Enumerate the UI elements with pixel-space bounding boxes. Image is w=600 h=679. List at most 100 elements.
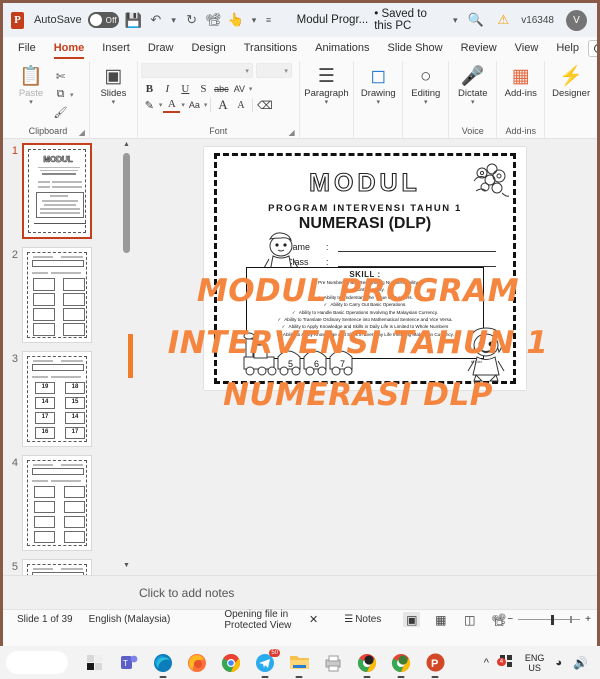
text-highlight-dropdown-icon[interactable]: ▾ [159, 101, 163, 109]
thumbnail-item-1[interactable]: 1 MODUL [3, 143, 133, 239]
normal-view-icon[interactable]: ▣ [403, 612, 421, 627]
text-highlight-icon[interactable]: ✎ [141, 97, 158, 113]
clipboard-dialog-launcher[interactable]: ◢ [79, 128, 85, 137]
thumbnail-1[interactable]: MODUL [22, 143, 92, 239]
telegram-icon[interactable]: 50 [253, 648, 280, 678]
dictate-button[interactable]: 🎤 Dictate ▾ [452, 64, 493, 107]
redo-icon[interactable]: ↻ [184, 10, 199, 30]
teams-icon[interactable]: T [117, 651, 141, 675]
tab-draw[interactable]: Draw [139, 40, 183, 56]
font-name-input[interactable]: ▾ [140, 63, 253, 78]
tab-slide-show[interactable]: Slide Show [379, 40, 452, 56]
language-label[interactable]: English (Malaysia) [81, 614, 179, 625]
slides-dropdown-icon[interactable]: ▾ [112, 99, 116, 106]
format-painter-icon[interactable]: 🖌 [52, 104, 69, 121]
change-case-button[interactable]: Aa [186, 97, 203, 113]
thumbnail-item-3[interactable]: 3 19 18 14 15 17 14 16 17 [3, 351, 133, 447]
paste-dropdown-icon[interactable]: ▾ [29, 99, 33, 106]
thumbnail-item-4[interactable]: 4 [3, 455, 133, 551]
language-indicator[interactable]: ENG US [525, 653, 545, 673]
class-input-line[interactable] [338, 258, 496, 267]
copy-dropdown-icon[interactable]: ▾ [70, 91, 74, 99]
zoom-slider-handle[interactable] [551, 614, 555, 625]
taskbar-search-pill[interactable] [6, 651, 68, 674]
tab-animations[interactable]: Animations [306, 40, 378, 56]
tab-design[interactable]: Design [182, 40, 234, 56]
current-slide[interactable]: MODUL PROGRAM INTERVENSI TAHUN 1 NUMERAS… [204, 147, 526, 390]
save-icon[interactable]: 💾 [125, 10, 142, 30]
thumbnail-3[interactable]: 19 18 14 15 17 14 16 17 [22, 351, 92, 447]
save-status[interactable]: • Saved to this PC [374, 8, 445, 32]
paragraph-dropdown-icon[interactable]: ▾ [325, 99, 329, 106]
touch-mode-icon[interactable]: 👆 [228, 10, 244, 30]
character-spacing-button[interactable]: AV [231, 81, 248, 97]
tab-file[interactable]: File [9, 40, 45, 56]
slide-edit-pane[interactable]: MODUL PROGRAM INTERVENSI TAHUN 1 NUMERAS… [133, 139, 597, 575]
wifi-icon[interactable]: ◕ [555, 657, 562, 669]
font-dialog-launcher[interactable]: ◢ [288, 128, 294, 137]
paragraph-button[interactable]: ☰ Paragraph ▾ [304, 64, 348, 107]
text-shadow-button[interactable]: S [195, 81, 212, 97]
slideshow-icon[interactable]: 📽 [490, 612, 507, 627]
tray-apps-icon[interactable]: 4 [496, 654, 514, 671]
slide-count-label[interactable]: Slide 1 of 39 [9, 614, 81, 625]
start-icon[interactable] [83, 651, 107, 675]
drawing-dropdown-icon[interactable]: ▾ [377, 99, 381, 106]
shrink-font-button[interactable]: A [232, 97, 249, 113]
quick-access-dropdown-icon[interactable]: ▾ [250, 10, 258, 30]
zoom-in-button[interactable]: + [585, 614, 591, 625]
grow-font-button[interactable]: A [214, 97, 231, 113]
character-spacing-dropdown-icon[interactable]: ▾ [249, 85, 253, 93]
document-title[interactable]: Modul Progr... [297, 14, 369, 26]
chrome-profile-icon[interactable] [355, 651, 379, 678]
record-button[interactable]: Record [587, 39, 597, 57]
addins-button[interactable]: ▦ Add-ins [500, 64, 541, 100]
font-size-input[interactable]: ▾ [255, 63, 292, 78]
thumbnail-4[interactable] [22, 455, 92, 551]
cut-icon[interactable]: ✄ [52, 68, 69, 85]
slide-subtitle-2[interactable]: NUMERASI (DLP) [204, 215, 526, 233]
volume-icon[interactable]: 🔊 [573, 656, 588, 670]
paste-button[interactable]: 📋 Paste ▾ [10, 64, 52, 107]
tab-insert[interactable]: Insert [93, 40, 139, 56]
dictate-dropdown-icon[interactable]: ▾ [471, 99, 475, 106]
thumbnail-item-5[interactable]: 5 [3, 559, 133, 575]
scroll-up-icon[interactable]: ▲ [122, 141, 131, 152]
firefox-icon[interactable] [185, 651, 209, 675]
save-status-chevron-icon[interactable]: ▾ [451, 10, 459, 30]
scrollbar-thumb[interactable] [123, 153, 130, 253]
customize-toolbar-icon[interactable]: ≡ [264, 10, 272, 30]
slide-thumbnails-pane[interactable]: 1 MODUL 2 3 19 18 14 15 17 14 16 17 4 5 … [3, 139, 133, 575]
powerpoint-taskbar-icon[interactable]: P [423, 651, 447, 678]
clear-formatting-icon[interactable]: ⌫ [256, 97, 273, 113]
autosave-toggle[interactable]: Off [87, 12, 119, 28]
designer-button[interactable]: ⚡ Designer [550, 64, 592, 100]
name-input-line[interactable] [338, 243, 496, 252]
font-color-dropdown-icon[interactable]: ▾ [181, 101, 185, 109]
chrome-profile2-icon[interactable] [389, 651, 413, 678]
thumbnail-item-2[interactable]: 2 [3, 247, 133, 343]
search-icon[interactable]: 🔍 [466, 10, 486, 30]
tab-view[interactable]: View [506, 40, 548, 56]
slide-sorter-icon[interactable]: ▦ [432, 612, 449, 627]
scroll-down-icon[interactable]: ▼ [122, 562, 131, 573]
file-explorer-icon[interactable] [287, 651, 311, 678]
tab-transitions[interactable]: Transitions [235, 40, 306, 56]
reading-view-icon[interactable]: ◫ [461, 612, 478, 627]
avatar[interactable]: V [566, 9, 587, 31]
tab-help[interactable]: Help [547, 40, 588, 56]
editing-dropdown-icon[interactable]: ▾ [424, 99, 428, 106]
underline-button[interactable]: U [177, 81, 194, 97]
slides-button[interactable]: ▣ Slides ▾ [93, 64, 134, 107]
italic-button[interactable]: I [159, 81, 176, 97]
drawing-button[interactable]: ◻ Drawing ▾ [357, 64, 399, 107]
notes-button[interactable]: ☰ Notes [344, 614, 381, 625]
close-notice-icon[interactable]: ✕ [309, 613, 318, 626]
copy-icon[interactable]: ⧉ [52, 86, 69, 103]
tab-review[interactable]: Review [452, 40, 506, 56]
edge-icon[interactable] [151, 651, 175, 678]
bold-button[interactable]: B [141, 81, 158, 97]
thumbnail-2[interactable] [22, 247, 92, 343]
change-case-dropdown-icon[interactable]: ▾ [204, 101, 208, 109]
editing-button[interactable]: ○ Editing ▾ [406, 64, 445, 107]
